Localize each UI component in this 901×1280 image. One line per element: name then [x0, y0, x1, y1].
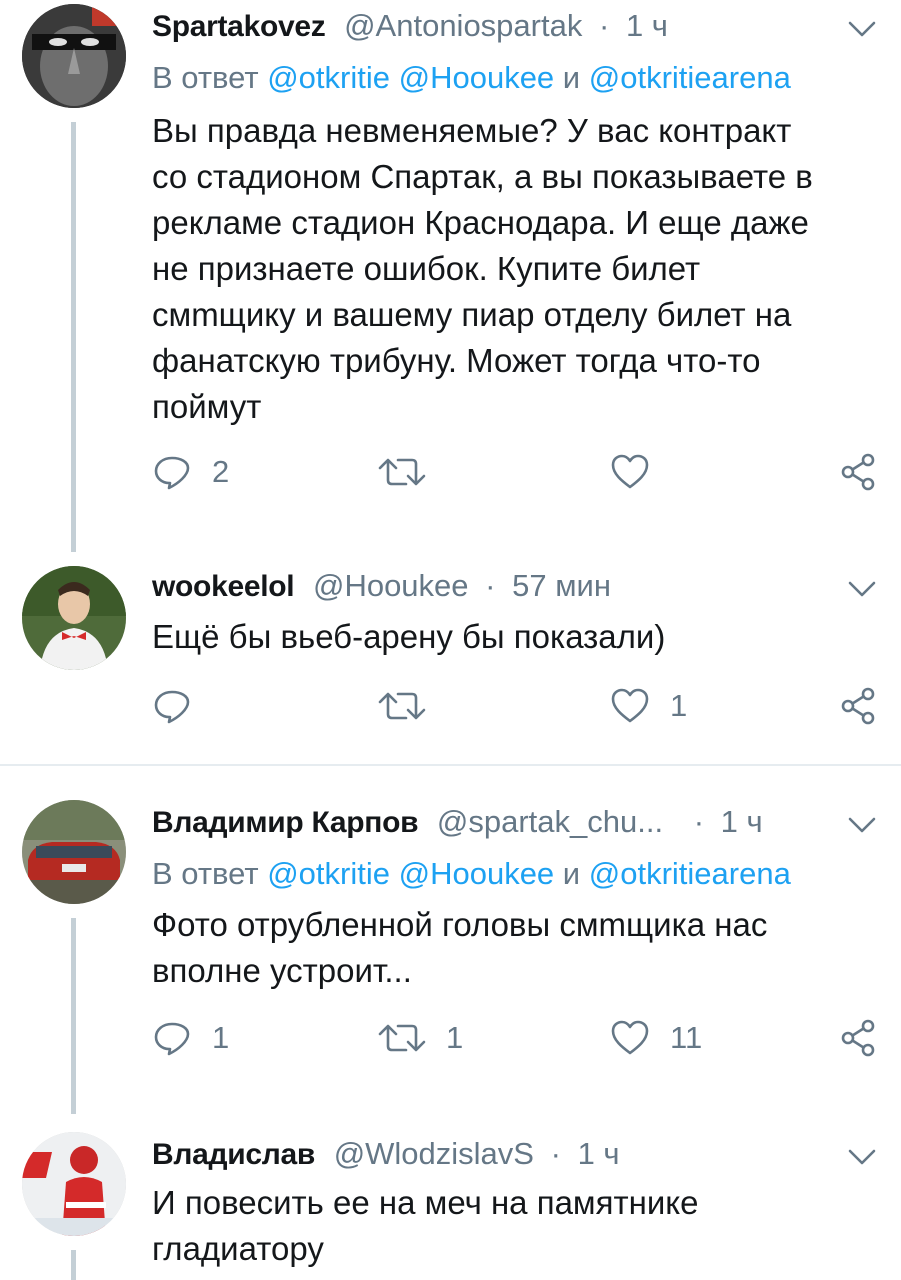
reply-icon	[152, 1018, 192, 1058]
display-name[interactable]: Владимир Карпов	[152, 806, 419, 839]
retweet-icon	[378, 452, 426, 492]
reply-icon	[152, 686, 192, 726]
display-name[interactable]: Владислав	[152, 1138, 315, 1171]
chevron-down-icon[interactable]	[845, 572, 879, 606]
reply-count: 1	[212, 1020, 230, 1055]
mention-link[interactable]: @Hooukee	[399, 856, 555, 891]
heart-icon	[610, 452, 650, 492]
share-button[interactable]	[838, 1008, 878, 1068]
heart-icon	[610, 686, 650, 726]
avatar[interactable]	[22, 800, 126, 904]
timestamp[interactable]: 1 ч	[626, 8, 668, 43]
tweet-text: Ещё бы вьеб-арену бы показали)	[152, 618, 666, 655]
reply-context: В ответ @otkritie @Hooukee и @otkritiear…	[152, 856, 791, 891]
reply-button[interactable]: 1	[152, 1008, 229, 1068]
retweet-icon	[378, 1018, 426, 1058]
timestamp[interactable]: 1 ч	[721, 804, 763, 839]
timestamp[interactable]: 57 мин	[512, 568, 611, 603]
tweet-actions: 2	[152, 442, 882, 502]
tweet-header: Владимир Карпов @spartak_chu... · 1 ч	[152, 804, 763, 839]
reply-icon	[152, 452, 192, 492]
tweet-header: Владислав @WlodzislavS · 1 ч	[152, 1136, 620, 1171]
retweet-button[interactable]	[378, 676, 446, 736]
tweet-text: Фото отрубленной головы смmщика нас впол…	[152, 906, 768, 989]
reply-count: 2	[212, 454, 230, 489]
share-button[interactable]	[838, 676, 878, 736]
tweet[interactable]: wookeelol @Hooukee · 57 мин Ещё бы вьеб-…	[0, 560, 901, 760]
heart-icon	[610, 1018, 650, 1058]
thread-line	[71, 122, 76, 552]
tweet-text: Вы правда невменяемые? У вас контракт со…	[152, 112, 813, 425]
chevron-down-icon[interactable]	[845, 808, 879, 842]
thread-line	[71, 918, 76, 1114]
like-button[interactable]: 11	[610, 1008, 702, 1068]
like-count: 11	[670, 1020, 703, 1055]
chevron-down-icon[interactable]	[845, 12, 879, 46]
tweet-header: wookeelol @Hooukee · 57 мин	[152, 568, 611, 603]
like-button[interactable]	[610, 442, 670, 502]
tweet[interactable]: Владислав @WlodzislavS · 1 ч И повесить …	[0, 1128, 901, 1280]
display-name[interactable]: wookeelol	[152, 570, 295, 603]
like-button[interactable]: 1	[610, 676, 687, 736]
share-icon	[838, 1018, 878, 1058]
tweet-actions: 1 1 11	[152, 1008, 882, 1068]
mention-link[interactable]: @otkritie	[267, 856, 390, 891]
like-count: 1	[670, 688, 688, 723]
divider	[0, 764, 901, 766]
avatar[interactable]	[22, 1132, 126, 1236]
user-handle[interactable]: @Hooukee	[313, 568, 469, 603]
tweet-actions: 1	[152, 676, 882, 736]
timestamp[interactable]: 1 ч	[578, 1136, 620, 1171]
user-handle[interactable]: @spartak_chu...	[437, 804, 663, 839]
reply-context: В ответ @otkritie @Hooukee и @otkritiear…	[152, 60, 791, 95]
mention-link[interactable]: @otkritiearena	[589, 60, 791, 95]
retweet-button[interactable]: 1	[378, 1008, 463, 1068]
retweet-icon	[378, 686, 426, 726]
user-handle[interactable]: @Antoniospartak	[344, 8, 582, 43]
retweet-count: 1	[446, 1020, 464, 1055]
share-icon	[838, 452, 878, 492]
share-button[interactable]	[838, 442, 878, 502]
share-icon	[838, 686, 878, 726]
mention-link[interactable]: @otkritie	[267, 60, 390, 95]
chevron-down-icon[interactable]	[845, 1140, 879, 1174]
mention-link[interactable]: @Hooukee	[399, 60, 555, 95]
avatar[interactable]	[22, 4, 126, 108]
tweet-text: И повесить ее на меч на памятнике гладиа…	[152, 1184, 699, 1267]
reply-button[interactable]: 2	[152, 442, 229, 502]
tweet[interactable]: Spartakovez @Antoniospartak · 1 ч В отве…	[0, 0, 901, 560]
reply-button[interactable]	[152, 676, 212, 736]
mention-link[interactable]: @otkritiearena	[589, 856, 791, 891]
thread-line	[71, 1250, 76, 1280]
tweet-header: Spartakovez @Antoniospartak · 1 ч	[152, 8, 668, 43]
tweet[interactable]: Владимир Карпов @spartak_chu... · 1 ч В …	[0, 796, 901, 1116]
display-name[interactable]: Spartakovez	[152, 10, 326, 43]
user-handle[interactable]: @WlodzislavS	[334, 1136, 534, 1171]
retweet-button[interactable]	[378, 442, 446, 502]
avatar[interactable]	[22, 566, 126, 670]
